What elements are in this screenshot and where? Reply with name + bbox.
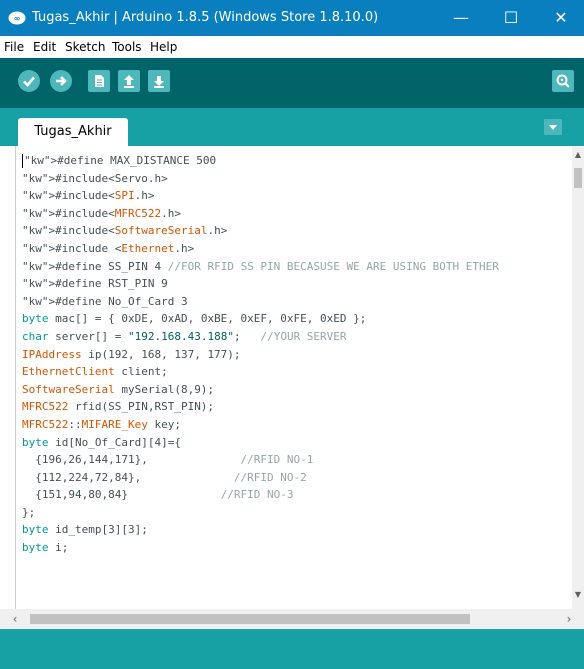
code-line: MFRC522 rfid(SS_PIN,RST_PIN);	[22, 400, 215, 414]
vertical-scrollbar[interactable]: ▲ ▼	[572, 146, 584, 609]
menu-tools[interactable]: Tools	[112, 36, 142, 58]
close-button[interactable]: ✕	[538, 0, 584, 36]
arduino-logo-icon: ∞	[8, 10, 26, 25]
scroll-left-icon[interactable]: ‹	[8, 612, 22, 626]
tab-menu-icon[interactable]	[544, 119, 562, 135]
menu-help[interactable]: Help	[150, 36, 177, 58]
code-line: EthernetClient client;	[22, 365, 168, 379]
code-line: char server[] = "192.168.43.188"; //YOUR…	[22, 329, 347, 343]
maximize-button[interactable]: ☐	[488, 0, 534, 36]
tab-tugas-akhir[interactable]: Tugas_Akhir	[18, 118, 128, 146]
code-line: byte i;	[22, 541, 69, 555]
menu-sketch[interactable]: Sketch	[65, 36, 105, 58]
menu-file[interactable]: File	[4, 36, 24, 58]
horizontal-scrollbar[interactable]: ‹ ›	[0, 609, 584, 629]
scroll-down-icon[interactable]: ▼	[572, 590, 584, 600]
menu-bar: File Edit Sketch Tools Help	[0, 36, 584, 58]
code-editor[interactable]: "kw">#define MAX_DISTANCE 500 "kw">#inclu…	[15, 146, 573, 609]
save-icon[interactable]	[148, 70, 170, 92]
code-line: IPAddress ip(192, 168, 137, 177);	[22, 347, 241, 361]
status-bar	[0, 629, 584, 669]
code-line: "kw">#include<MFRC522.h>	[22, 206, 181, 220]
toolbar	[0, 58, 584, 108]
serial-monitor-icon[interactable]	[552, 70, 574, 92]
scroll-right-icon[interactable]: ›	[562, 612, 576, 626]
scroll-up-icon[interactable]: ▲	[572, 150, 584, 160]
code-line: "kw">#define RST_PIN 9	[22, 277, 168, 291]
title-bar: ∞ Tugas_Akhir | Arduino 1.8.5 (Windows S…	[0, 0, 584, 36]
new-icon[interactable]	[88, 70, 110, 92]
verify-icon[interactable]	[18, 70, 40, 92]
horizontal-scroll-thumb[interactable]	[30, 614, 470, 624]
code-line: "kw">#define SS_PIN 4 //FOR RFID SS PIN …	[22, 259, 499, 273]
menu-edit[interactable]: Edit	[33, 36, 56, 58]
code-line: {151,94,80,84} //RFID NO-3	[22, 488, 294, 502]
tab-bar: Tugas_Akhir	[0, 108, 584, 146]
code-line: "kw">#include<Servo.h>	[22, 171, 168, 185]
code-line: "kw">#define No_Of_Card 3	[22, 294, 188, 308]
minimize-button[interactable]: —	[438, 0, 484, 36]
code-line: "kw">#define MAX_DISTANCE 500	[22, 154, 217, 168]
vertical-scroll-thumb[interactable]	[574, 168, 582, 188]
code-line: byte id_temp[3][3];	[22, 523, 148, 537]
code-line: {112,224,72,84}, //RFID NO-2	[22, 470, 307, 484]
code-line: SoftwareSerial mySerial(8,9);	[22, 382, 215, 396]
text-cursor	[22, 154, 23, 168]
code-line: byte mac[] = { 0xDE, 0xAD, 0xBE, 0xEF, 0…	[22, 312, 367, 326]
code-line: MFRC522::MIFARE_Key key;	[22, 417, 181, 431]
code-line: {196,26,144,171}, //RFID NO-1	[22, 453, 314, 467]
code-line: "kw">#include<SPI.h>	[22, 189, 155, 203]
svg-text:∞: ∞	[14, 14, 21, 23]
window-title: Tugas_Akhir | Arduino 1.8.5 (Windows Sto…	[32, 10, 379, 25]
code-line: };	[22, 505, 36, 519]
code-line: "kw">#include<SoftwareSerial.h>	[22, 224, 228, 238]
code-text[interactable]: "kw">#define MAX_DISTANCE 500 "kw">#inclu…	[22, 152, 499, 557]
code-line: byte id[No_Of_Card][4]={	[22, 435, 181, 449]
upload-icon[interactable]	[50, 70, 72, 92]
code-line: "kw">#include <Ethernet.h>	[22, 241, 195, 255]
open-icon[interactable]	[118, 70, 140, 92]
